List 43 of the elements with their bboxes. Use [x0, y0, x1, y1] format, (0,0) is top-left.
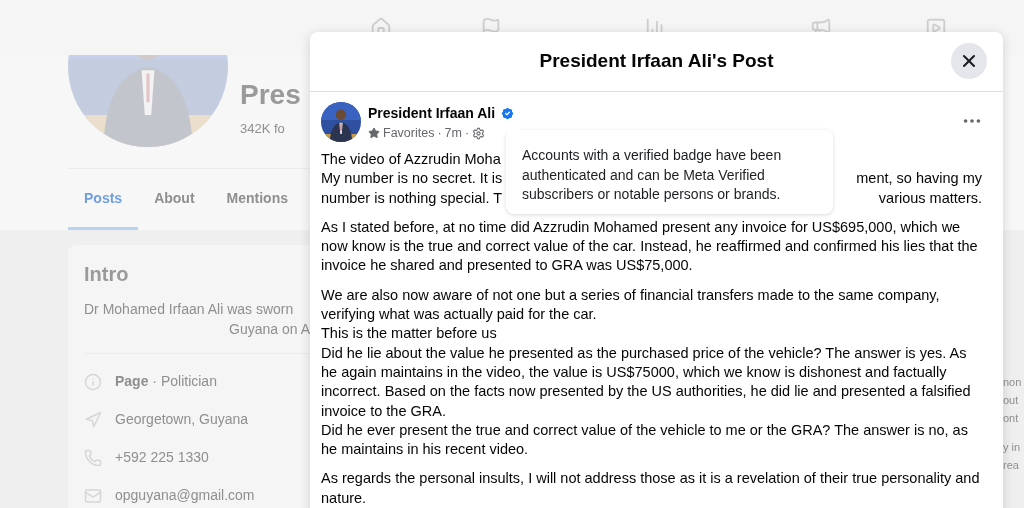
profile-tab[interactable]: About [138, 169, 211, 230]
dialog-title: President Irfaan Ali's Post [539, 49, 774, 74]
intro-text: Dr Mohamed Irfaan Ali was sworn [84, 300, 295, 319]
location-icon [84, 410, 102, 429]
follower-count: 342K fo [240, 120, 286, 138]
intro-detail: Page · Politician [115, 372, 217, 391]
post-time[interactable]: 7m [444, 123, 462, 143]
background-text: non [1003, 375, 1023, 390]
post-text: Did he ever present the true and correct value of the vehicle to me or the GRA? The answer is no, as he maintains in his recent video. [321, 420, 969, 460]
post-text: ment, so having my [856, 169, 982, 189]
intro-detail: Georgetown, Guyana [115, 410, 249, 429]
profile-tab[interactable]: Posts [68, 169, 139, 230]
background-text: y in [1003, 440, 1022, 455]
author-name[interactable]: President Irfaan Ali [368, 102, 496, 124]
post-text: Did he lie about the value he presented as the purchased price of the vehicle? The answer is yes. As he again maintains in the video, the value is US$75000, which we know is dishonest and factually incorrect. Based on the facts now presented by the US authorities, he did lie and presented a falsified invoice to the GRA. [321, 343, 972, 421]
intro-detail: +592 225 1330 [115, 448, 209, 467]
intro-title: Intro [84, 262, 130, 287]
background-text: ont [1003, 411, 1020, 426]
separator-dot: · [464, 124, 470, 142]
post-text: As regards the personal insults, I will not address those as it is a revelation of their true personality and nature. [321, 469, 981, 508]
post-text: My number is no secret. It is [321, 169, 503, 189]
close-button[interactable] [951, 43, 987, 79]
background-text: rea [1003, 458, 1020, 473]
intro-detail: opguyana@gmail.com [115, 486, 255, 505]
info-icon [84, 372, 102, 391]
intro-text: Guyana on A [228, 320, 310, 339]
background-text: out [1003, 393, 1020, 408]
audience-label: Favorites [383, 124, 435, 142]
post-text: As I stated before, at no time did Azzrudin Mohamed present any invoice for US$695,000, which we now know is the true and correct value of the car. Instead, he reaffirmed and confirmed his lies that the invoice he shared and presented to GRA was US$75,000. [321, 217, 979, 276]
profile-name: Pres [240, 78, 301, 112]
post-text: various matters. [878, 188, 982, 208]
author-avatar [321, 102, 361, 142]
phone-icon [84, 448, 102, 467]
separator-dot: · [437, 124, 442, 142]
star-icon [368, 127, 380, 139]
profile-tab[interactable]: Mentions [210, 169, 304, 230]
post-text: number is nothing special. T [321, 188, 503, 208]
post-text: We are also now aware of not one but a series of financial transfers made to the same company, verifying what was actually paid for the car. [321, 285, 941, 325]
post-text: The video of Azzrudin Moha [321, 150, 501, 169]
gear-icon [472, 126, 486, 140]
post-text: This is the matter before us [321, 324, 498, 344]
email-icon [84, 486, 102, 505]
verified-badge-icon[interactable] [500, 105, 516, 121]
